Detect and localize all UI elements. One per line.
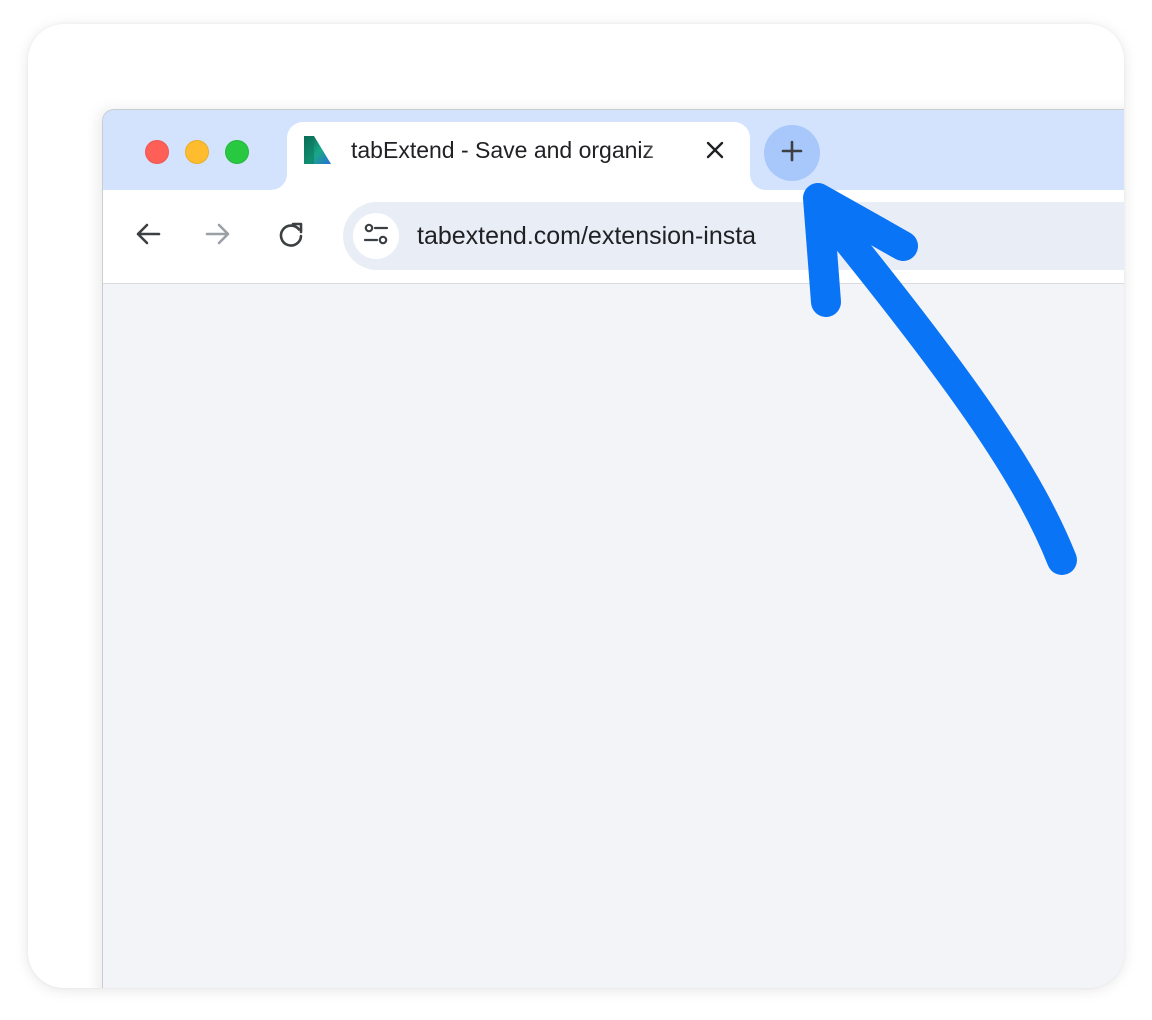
- tab-title: tabExtend - Save and organiz: [351, 137, 655, 163]
- reload-icon: [277, 220, 305, 253]
- new-tab-button[interactable]: [764, 125, 820, 181]
- minimize-window-button[interactable]: [185, 140, 209, 164]
- tab-tabextend[interactable]: tabExtend - Save and organiz: [287, 122, 750, 190]
- forward-button[interactable]: [196, 214, 240, 258]
- back-button[interactable]: [126, 214, 170, 258]
- reload-button[interactable]: [269, 214, 313, 258]
- arrow-right-icon: [204, 220, 232, 253]
- tab-strip: tabExtend - Save and organiz: [103, 110, 1124, 190]
- site-settings-button[interactable]: [353, 213, 399, 259]
- zoom-window-button[interactable]: [225, 140, 249, 164]
- screenshot-card: tabExtend - Save and organiz tabextend.c…: [28, 24, 1124, 988]
- browser-toolbar: tabextend.com/extension-insta: [103, 190, 1124, 284]
- tune-icon: [363, 221, 389, 252]
- page-content: [103, 284, 1124, 988]
- url-text[interactable]: tabextend.com/extension-insta: [417, 221, 756, 251]
- tabextend-logo-icon: [301, 134, 333, 166]
- address-bar[interactable]: tabextend.com/extension-insta: [343, 202, 1124, 270]
- browser-window: tabExtend - Save and organiz tabextend.c…: [102, 109, 1124, 988]
- close-icon[interactable]: [699, 134, 731, 166]
- plus-icon: [781, 140, 803, 167]
- arrow-left-icon: [134, 220, 162, 253]
- close-window-button[interactable]: [145, 140, 169, 164]
